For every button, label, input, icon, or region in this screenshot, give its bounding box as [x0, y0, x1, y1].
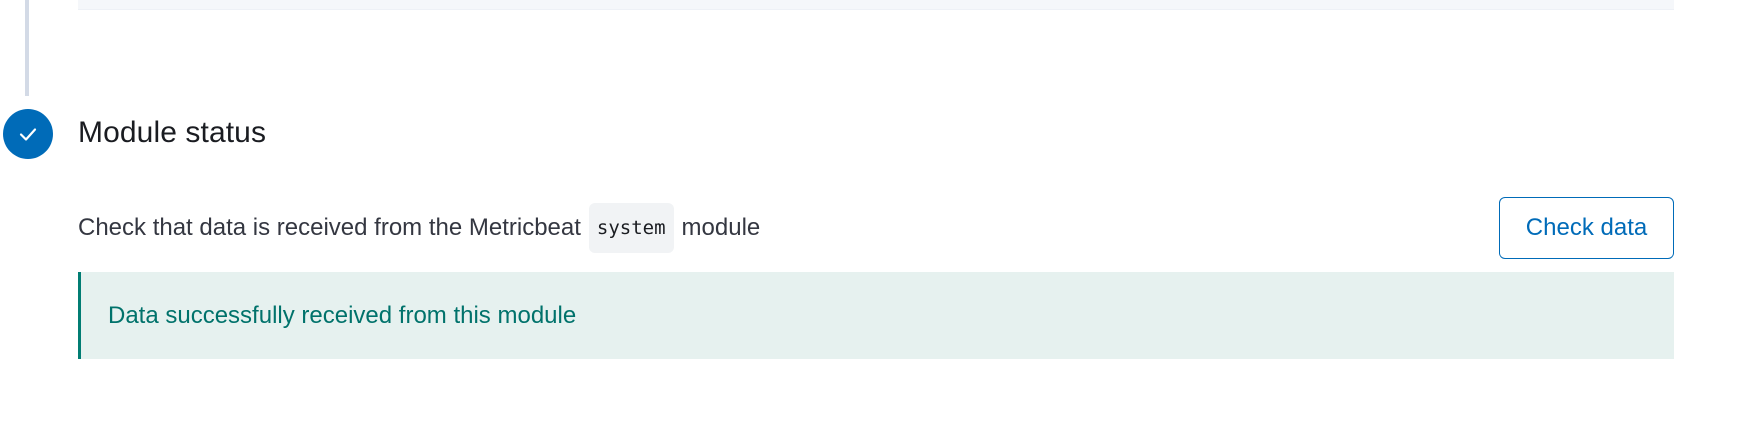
check-data-button[interactable]: Check data — [1499, 197, 1674, 259]
step-complete-badge — [3, 109, 53, 159]
module-name-code: system — [588, 203, 674, 253]
description-text-before: Check that data is received from the Met… — [78, 214, 581, 241]
description-text-after: module — [681, 214, 761, 241]
success-callout: Data successfully received from this mod… — [78, 272, 1674, 359]
check-icon — [19, 128, 37, 141]
step-connector-line — [25, 0, 29, 96]
callout-message: Data successfully received from this mod… — [108, 301, 577, 329]
step-title: Module status — [78, 116, 267, 149]
page: Module status Check that data is receive… — [0, 0, 1741, 424]
step-description: Check that data is received from the Met… — [78, 203, 760, 253]
previous-step-panel — [78, 0, 1674, 10]
